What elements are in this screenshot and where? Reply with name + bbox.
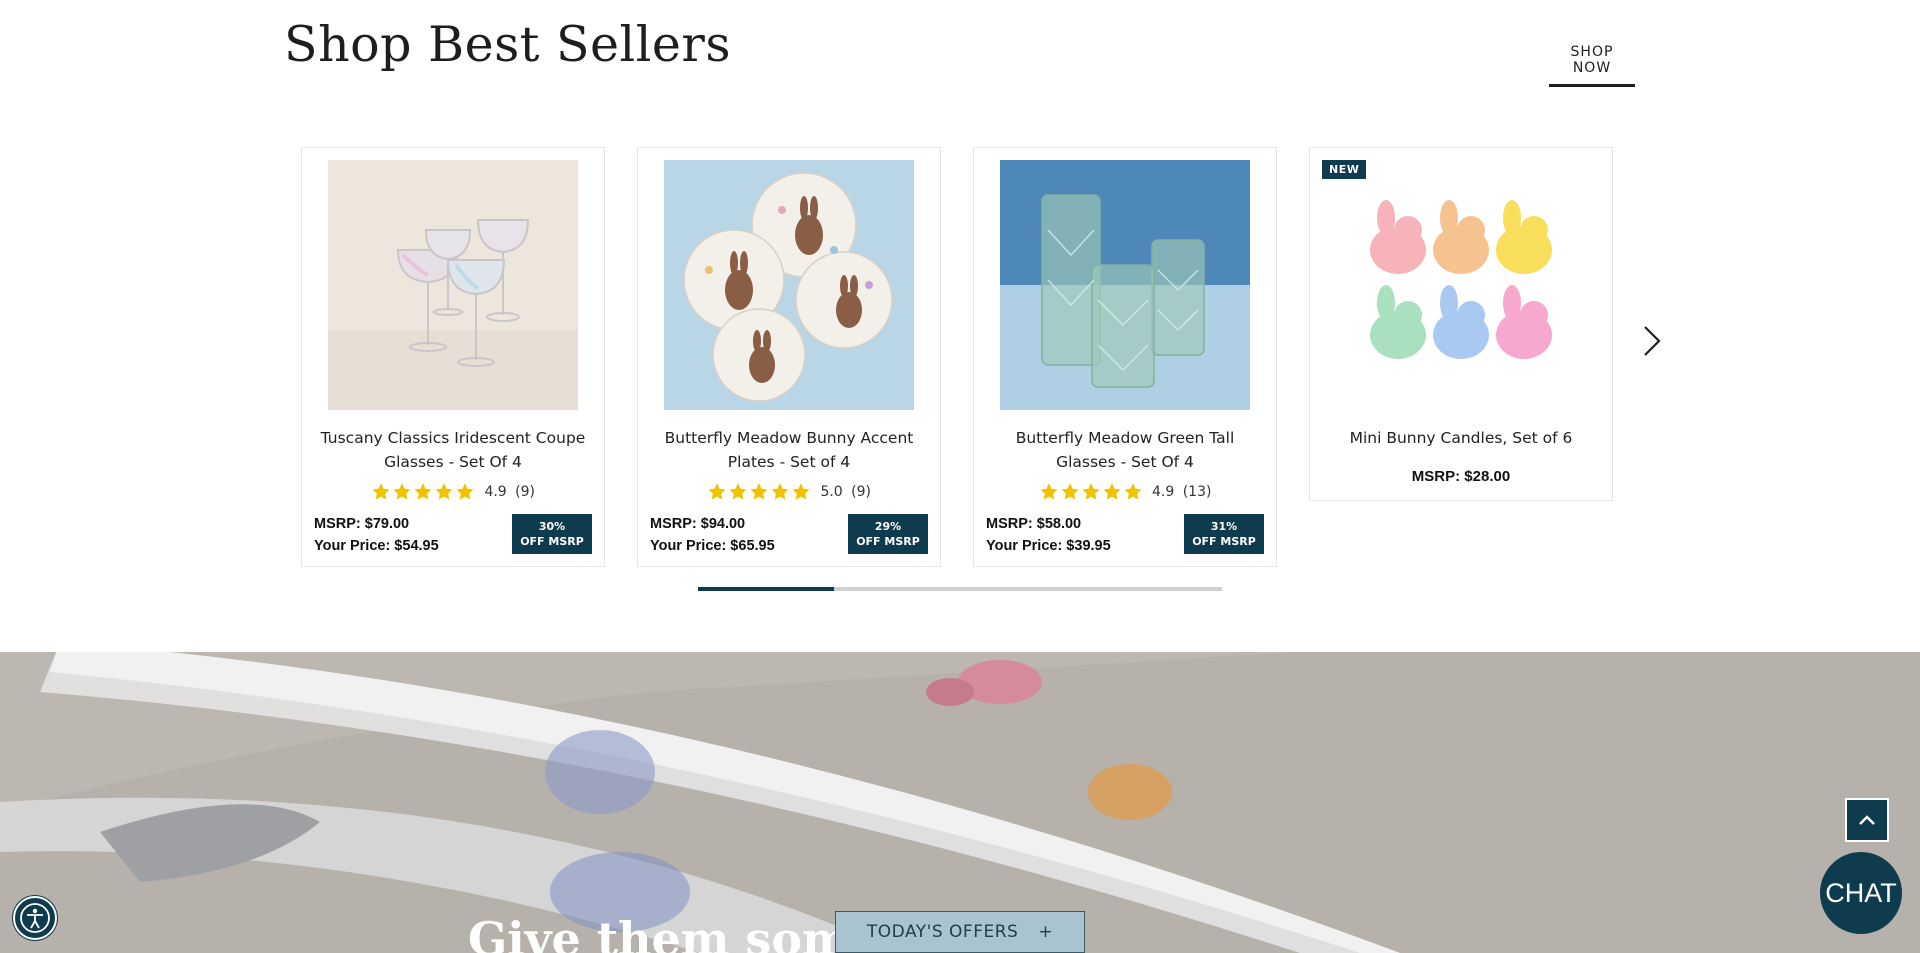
msrp-price: MSRP: $58.00 bbox=[986, 516, 1082, 532]
todays-offers-button[interactable]: TODAY'S OFFERS + bbox=[835, 911, 1085, 953]
discount-percent: 30% bbox=[538, 520, 566, 533]
review-count[interactable]: (13) bbox=[1183, 484, 1212, 500]
discount-badge: 31% OFF MSRP bbox=[1184, 514, 1264, 554]
msrp-price: MSRP: $94.00 bbox=[650, 516, 746, 532]
hero-banner[interactable] bbox=[0, 652, 1920, 953]
your-price: Your Price: $65.95 bbox=[650, 538, 775, 554]
msrp-price: MSRP: $28.00 bbox=[1411, 468, 1511, 485]
carousel-progress-bar[interactable] bbox=[698, 587, 1222, 591]
msrp-price: MSRP: $79.00 bbox=[314, 516, 410, 532]
product-carousel: Tuscany Classics Iridescent Coupe Glasse… bbox=[301, 147, 1613, 567]
rating-value: 4.9 bbox=[1151, 484, 1175, 500]
discount-percent: 29% bbox=[874, 520, 902, 533]
product-image[interactable] bbox=[328, 160, 578, 410]
accessibility-button[interactable] bbox=[13, 896, 57, 940]
product-name[interactable]: Butterfly Meadow Green Tall Glasses - Se… bbox=[984, 426, 1266, 474]
product-name[interactable]: Butterfly Meadow Bunny Accent Plates - S… bbox=[648, 426, 930, 474]
product-rating: 4.9 (13) bbox=[974, 482, 1276, 502]
section-title: Shop Best Sellers bbox=[284, 16, 731, 73]
product-card[interactable]: NEW Mini Bunny Candles, Set of 6 MSRP: $… bbox=[1309, 147, 1613, 501]
shop-now-link[interactable]: SHOP NOW bbox=[1549, 44, 1635, 87]
offers-label: TODAY'S OFFERS bbox=[866, 922, 1019, 942]
review-count[interactable]: (9) bbox=[851, 484, 871, 500]
your-price: Your Price: $39.95 bbox=[986, 538, 1111, 554]
product-card[interactable]: Tuscany Classics Iridescent Coupe Glasse… bbox=[301, 147, 605, 567]
discount-label: OFF MSRP bbox=[520, 535, 584, 548]
discount-badge: 30% OFF MSRP bbox=[512, 514, 592, 554]
product-card[interactable]: Butterfly Meadow Bunny Accent Plates - S… bbox=[637, 147, 941, 567]
new-badge: NEW bbox=[1322, 160, 1367, 179]
star-rating-icon bbox=[371, 482, 476, 502]
product-rating: 4.9 (9) bbox=[302, 482, 604, 502]
price-block: MSRP: $79.00 Your Price: $54.95 bbox=[314, 513, 439, 557]
price-block: MSRP: $94.00 Your Price: $65.95 bbox=[650, 513, 775, 557]
rating-value: 4.9 bbox=[484, 484, 507, 500]
review-count[interactable]: (9) bbox=[515, 484, 535, 500]
product-image[interactable] bbox=[1336, 160, 1586, 410]
discount-badge: 29% OFF MSRP bbox=[848, 514, 928, 554]
your-price: Your Price: $54.95 bbox=[314, 538, 439, 554]
plus-icon: + bbox=[1038, 922, 1054, 942]
discount-label: OFF MSRP bbox=[1192, 535, 1256, 548]
star-rating-icon bbox=[1039, 482, 1144, 502]
chevron-right-icon[interactable] bbox=[1640, 324, 1664, 358]
chevron-up-icon bbox=[1859, 815, 1875, 825]
product-name[interactable]: Mini Bunny Candles, Set of 6 bbox=[1320, 426, 1602, 450]
chat-button[interactable]: CHAT bbox=[1820, 852, 1902, 934]
price-block: MSRP: $58.00 Your Price: $39.95 bbox=[986, 513, 1111, 557]
scroll-to-top-button[interactable] bbox=[1845, 798, 1889, 842]
discount-label: OFF MSRP bbox=[856, 535, 920, 548]
product-image[interactable] bbox=[664, 160, 914, 410]
product-image[interactable] bbox=[1000, 160, 1250, 410]
product-card[interactable]: Butterfly Meadow Green Tall Glasses - Se… bbox=[973, 147, 1277, 567]
product-rating: 5.0 (9) bbox=[638, 482, 940, 502]
rating-value: 5.0 bbox=[820, 484, 843, 500]
discount-percent: 31% bbox=[1210, 520, 1238, 533]
carousel-progress-fill bbox=[698, 587, 835, 591]
accessibility-icon bbox=[20, 903, 50, 933]
star-rating-icon bbox=[707, 482, 812, 502]
product-name[interactable]: Tuscany Classics Iridescent Coupe Glasse… bbox=[312, 426, 594, 474]
